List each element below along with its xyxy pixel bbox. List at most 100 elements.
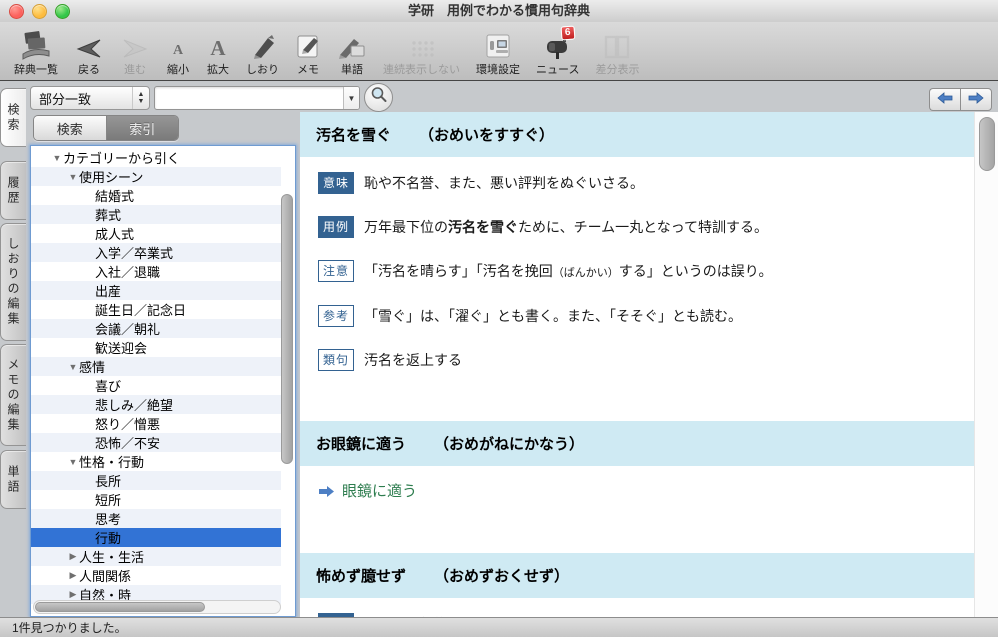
- tree-horizontal-scrollbar[interactable]: [33, 600, 281, 614]
- disclosure-closed-icon[interactable]: ▶: [67, 589, 79, 600]
- match-mode-select[interactable]: 部分一致 ▲▼: [30, 86, 150, 110]
- chevron-down-icon[interactable]: ▼: [343, 87, 359, 109]
- entry-header: 怖めず臆せず（おめずおくせず）: [300, 553, 998, 598]
- tree-row[interactable]: 葬式: [31, 205, 281, 224]
- preferences-icon: [484, 29, 512, 60]
- toolbar-bookmark-button[interactable]: しおり: [238, 29, 287, 77]
- content-scrollbar-thumb[interactable]: [979, 117, 995, 171]
- word-pencil-icon: [337, 29, 367, 60]
- svg-text:A: A: [210, 36, 226, 60]
- toolbar-word-label: 単語: [341, 61, 363, 77]
- disclosure-closed-icon[interactable]: ▶: [67, 570, 79, 581]
- tree-row[interactable]: 誕生日／記念日: [31, 300, 281, 319]
- entry-line: 類句汚名を返上する: [318, 349, 998, 371]
- tree-row[interactable]: 悲しみ／絶望: [31, 395, 281, 414]
- tree-row[interactable]: 歓送迎会: [31, 338, 281, 357]
- tree-row[interactable]: 成人式: [31, 224, 281, 243]
- tree-row[interactable]: 会議／朝礼: [31, 319, 281, 338]
- tree-row[interactable]: 入学／卒業式: [31, 243, 281, 262]
- entry-content-pane: 汚名を雪ぐ（おめいをすすぐ）意味恥や不名誉、また、悪い評判をぬぐいさる。用例万年…: [300, 112, 998, 618]
- search-input[interactable]: [155, 87, 343, 109]
- tree-row[interactable]: 思考: [31, 509, 281, 528]
- side-tab-3[interactable]: しおりの編集: [0, 223, 26, 341]
- entry-line: 眼鏡に適う: [318, 481, 998, 503]
- tree-item-label: 葬式: [95, 205, 121, 224]
- tree-row[interactable]: ▼感情: [31, 357, 281, 376]
- tree-row[interactable]: ▼性格・行動: [31, 452, 281, 471]
- entry-line: 参考「雪ぐ」は、「濯ぐ」とも書く。また、「そそぐ」とも読む。: [318, 305, 998, 327]
- entry-reading: （おめずおくせず）: [434, 565, 569, 586]
- tree-row[interactable]: 行動: [31, 528, 281, 547]
- news-badge: 6: [561, 26, 576, 41]
- entry: 怖めず臆せず（おめずおくせず）意味まったく気後れすることなしに。: [300, 553, 998, 618]
- entry-line: 意味恥や不名誉、また、悪い評判をぬぐいさる。: [318, 172, 998, 194]
- window-title: 学研 用例でわかる慣用句辞典: [0, 0, 998, 22]
- entry-body: 意味恥や不名誉、また、悪い評判をぬぐいさる。用例万年最下位の汚名を雪ぐために、チ…: [300, 172, 998, 371]
- search-button[interactable]: [364, 83, 393, 112]
- toolbar-zoom-in-button[interactable]: A拡大: [198, 29, 238, 77]
- entry-text: （ばんかい）: [553, 267, 619, 279]
- side-tab-4[interactable]: メモの編集: [0, 344, 26, 446]
- tree-item-label: 行動: [95, 528, 121, 547]
- entry-line: 注意「汚名を晴らす」「汚名を挽回（ばんかい）する」というのは誤り。: [318, 260, 998, 283]
- search-index-segmented-control: 検索索引: [33, 115, 179, 141]
- side-tab-1[interactable]: 検索: [0, 88, 26, 147]
- entry: お眼鏡に適う（おめがねにかなう） 眼鏡に適う: [300, 421, 998, 503]
- tree-item-label: 短所: [95, 490, 121, 509]
- side-tab-2[interactable]: 履歴: [0, 161, 26, 220]
- split-view-icon: [603, 29, 631, 60]
- disclosure-open-icon[interactable]: ▼: [67, 457, 79, 467]
- segment-index[interactable]: 索引: [106, 116, 179, 140]
- tree-row[interactable]: 恐怖／不安: [31, 433, 281, 452]
- tree-row[interactable]: 出産: [31, 281, 281, 300]
- back-arrow-icon: [74, 29, 104, 60]
- content-scrollbar[interactable]: [974, 112, 998, 618]
- tree-item-label: 歓送迎会: [95, 338, 147, 357]
- prev-entry-button[interactable]: [929, 88, 960, 111]
- disclosure-open-icon[interactable]: ▼: [51, 153, 63, 163]
- toolbar-zoom-out-button[interactable]: A縮小: [158, 29, 198, 77]
- toolbar-back-label: 戻る: [78, 61, 100, 77]
- entry-body: 眼鏡に適う: [300, 481, 998, 503]
- tree-item-label: 成人式: [95, 224, 134, 243]
- segment-search[interactable]: 検索: [34, 116, 106, 140]
- tree-row[interactable]: 入社／退職: [31, 262, 281, 281]
- tree-row[interactable]: ▼使用シーン: [31, 167, 281, 186]
- disclosure-closed-icon[interactable]: ▶: [67, 551, 79, 562]
- tree-vertical-scrollbar-thumb[interactable]: [281, 194, 293, 464]
- tree-item-label: 結婚式: [95, 186, 134, 205]
- match-mode-value: 部分一致: [31, 89, 132, 108]
- tree-row[interactable]: ▼カテゴリーから引く: [31, 148, 281, 167]
- tree-item-label: カテゴリーから引く: [63, 148, 180, 167]
- entry-text: 恥や不名誉、また、悪い評判をぬぐいさる。: [364, 175, 644, 191]
- cross-reference-link[interactable]: 眼鏡に適う: [342, 483, 417, 500]
- small-a-icon: A: [166, 29, 190, 60]
- disclosure-open-icon[interactable]: ▼: [67, 362, 79, 372]
- tree-row[interactable]: 怒り／憎悪: [31, 414, 281, 433]
- toolbar-back-button[interactable]: 戻る: [66, 29, 112, 77]
- side-tab-5[interactable]: 単語: [0, 450, 26, 509]
- tree-horizontal-scrollbar-thumb[interactable]: [35, 602, 205, 612]
- tree-row[interactable]: ▶人間関係: [31, 566, 281, 585]
- tree-row[interactable]: 喜び: [31, 376, 281, 395]
- toolbar-dictionary-list-button[interactable]: 辞典一覧: [6, 29, 66, 77]
- toolbar-preferences-button[interactable]: 環境設定: [468, 29, 528, 77]
- entry-text: 汚名を返上する: [364, 352, 462, 368]
- tree-item-label: 感情: [79, 357, 105, 376]
- status-bar: 1件見つかりました。: [0, 617, 998, 637]
- tree-row[interactable]: ▶人生・生活: [31, 547, 281, 566]
- toolbar-no-continuous-label: 連続表示しない: [383, 61, 460, 77]
- tree-row[interactable]: 短所: [31, 490, 281, 509]
- tree-row[interactable]: 結婚式: [31, 186, 281, 205]
- toolbar-memo-button[interactable]: メモ: [287, 29, 329, 77]
- entry-badge: 類句: [318, 349, 354, 371]
- toolbar-bookmark-label: しおり: [246, 61, 279, 77]
- toolbar-news-button[interactable]: 6ニュース: [528, 29, 587, 77]
- disclosure-open-icon[interactable]: ▼: [67, 172, 79, 182]
- next-entry-button[interactable]: [960, 88, 992, 111]
- tree-row[interactable]: 長所: [31, 471, 281, 490]
- entry-header: お眼鏡に適う（おめがねにかなう）: [300, 421, 998, 466]
- entry-headword: 汚名を雪ぐ: [316, 124, 391, 145]
- toolbar-word-button[interactable]: 単語: [329, 29, 375, 77]
- tree-item-label: 喜び: [95, 376, 121, 395]
